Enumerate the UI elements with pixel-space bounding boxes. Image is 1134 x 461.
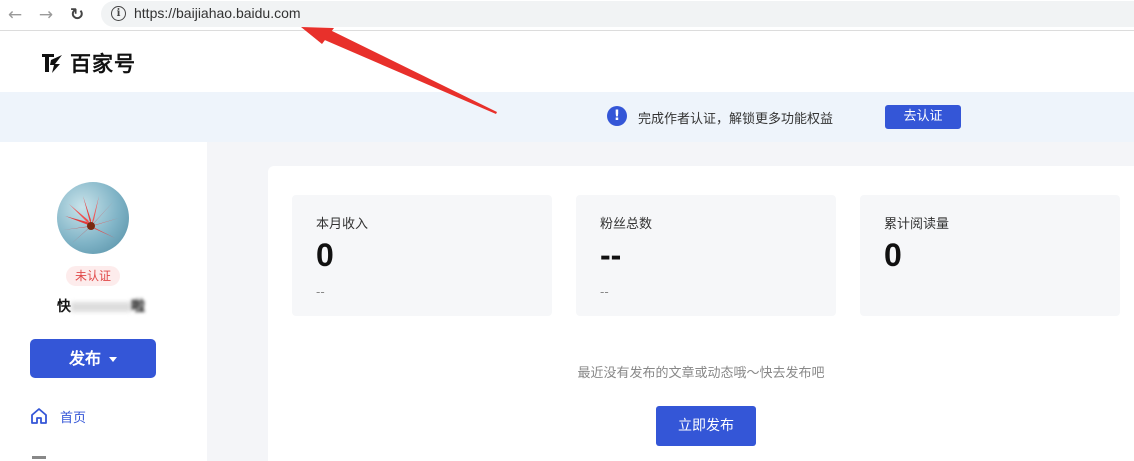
stat-value: -- [600, 237, 622, 273]
empty-state-text: 最近没有发布的文章或动态哦～快去发布吧 [577, 366, 825, 381]
site-header: 百家号 [0, 31, 1134, 92]
avatar[interactable] [57, 182, 129, 254]
notice-text: 完成作者认证，解锁更多功能权益 [638, 112, 834, 127]
caret-down-icon [109, 357, 117, 362]
stat-sub: -- [316, 285, 325, 299]
sidebar-item-label: 首页 [60, 410, 87, 426]
username: 快啦 [57, 296, 145, 316]
url-text[interactable]: https://baijiahao.baidu.com [134, 5, 301, 21]
baijiahao-logo[interactable]: 百家号 [40, 50, 136, 76]
stat-value: 0 [884, 237, 902, 273]
verify-button[interactable]: 去认证 [885, 105, 961, 129]
sidebar-item-partial-icon[interactable] [32, 456, 46, 459]
forward-icon[interactable]: → [36, 5, 56, 25]
verification-notice: ! 完成作者认证，解锁更多功能权益 去认证 [0, 92, 1134, 142]
publish-dropdown-button[interactable]: 发布 [30, 339, 156, 378]
address-bar[interactable]: i https://baijiahao.baidu.com [101, 1, 1134, 27]
stat-card-total-fans[interactable]: 粉丝总数 -- -- [576, 195, 836, 316]
browser-toolbar: ← → ↻ i https://baijiahao.baidu.com [0, 0, 1134, 31]
sidebar-item-home[interactable]: 首页 [30, 406, 86, 426]
username-suffix: 啦 [131, 299, 145, 315]
sidebar: 未认证 快啦 发布 首页 [0, 142, 207, 461]
reload-icon[interactable]: ↻ [67, 5, 87, 25]
stat-card-total-reads[interactable]: 累计阅读量 0 [860, 195, 1120, 316]
logo-text: 百家号 [70, 52, 136, 76]
back-icon[interactable]: ← [5, 5, 25, 25]
username-blur [71, 302, 131, 312]
stat-label: 粉丝总数 [600, 217, 653, 232]
unverified-badge: 未认证 [66, 266, 120, 286]
main-panel: 本月收入 0 -- 粉丝总数 -- -- 累计阅读量 0 最近没有发布的文章或动… [268, 166, 1134, 461]
stat-value: 0 [316, 237, 334, 273]
flower-avatar-image [63, 196, 119, 244]
home-icon [31, 408, 47, 424]
stat-sub: -- [600, 285, 609, 299]
publish-label: 发布 [68, 349, 101, 368]
baijiahao-logo-icon [42, 54, 62, 73]
username-prefix: 快 [57, 299, 71, 315]
publish-now-button[interactable]: 立即发布 [656, 406, 756, 446]
stat-label: 累计阅读量 [884, 217, 950, 232]
stat-label: 本月收入 [316, 217, 369, 232]
info-icon[interactable]: i [111, 6, 126, 21]
exclamation-icon: ! [607, 106, 627, 126]
stat-card-monthly-income[interactable]: 本月收入 0 -- [292, 195, 552, 316]
